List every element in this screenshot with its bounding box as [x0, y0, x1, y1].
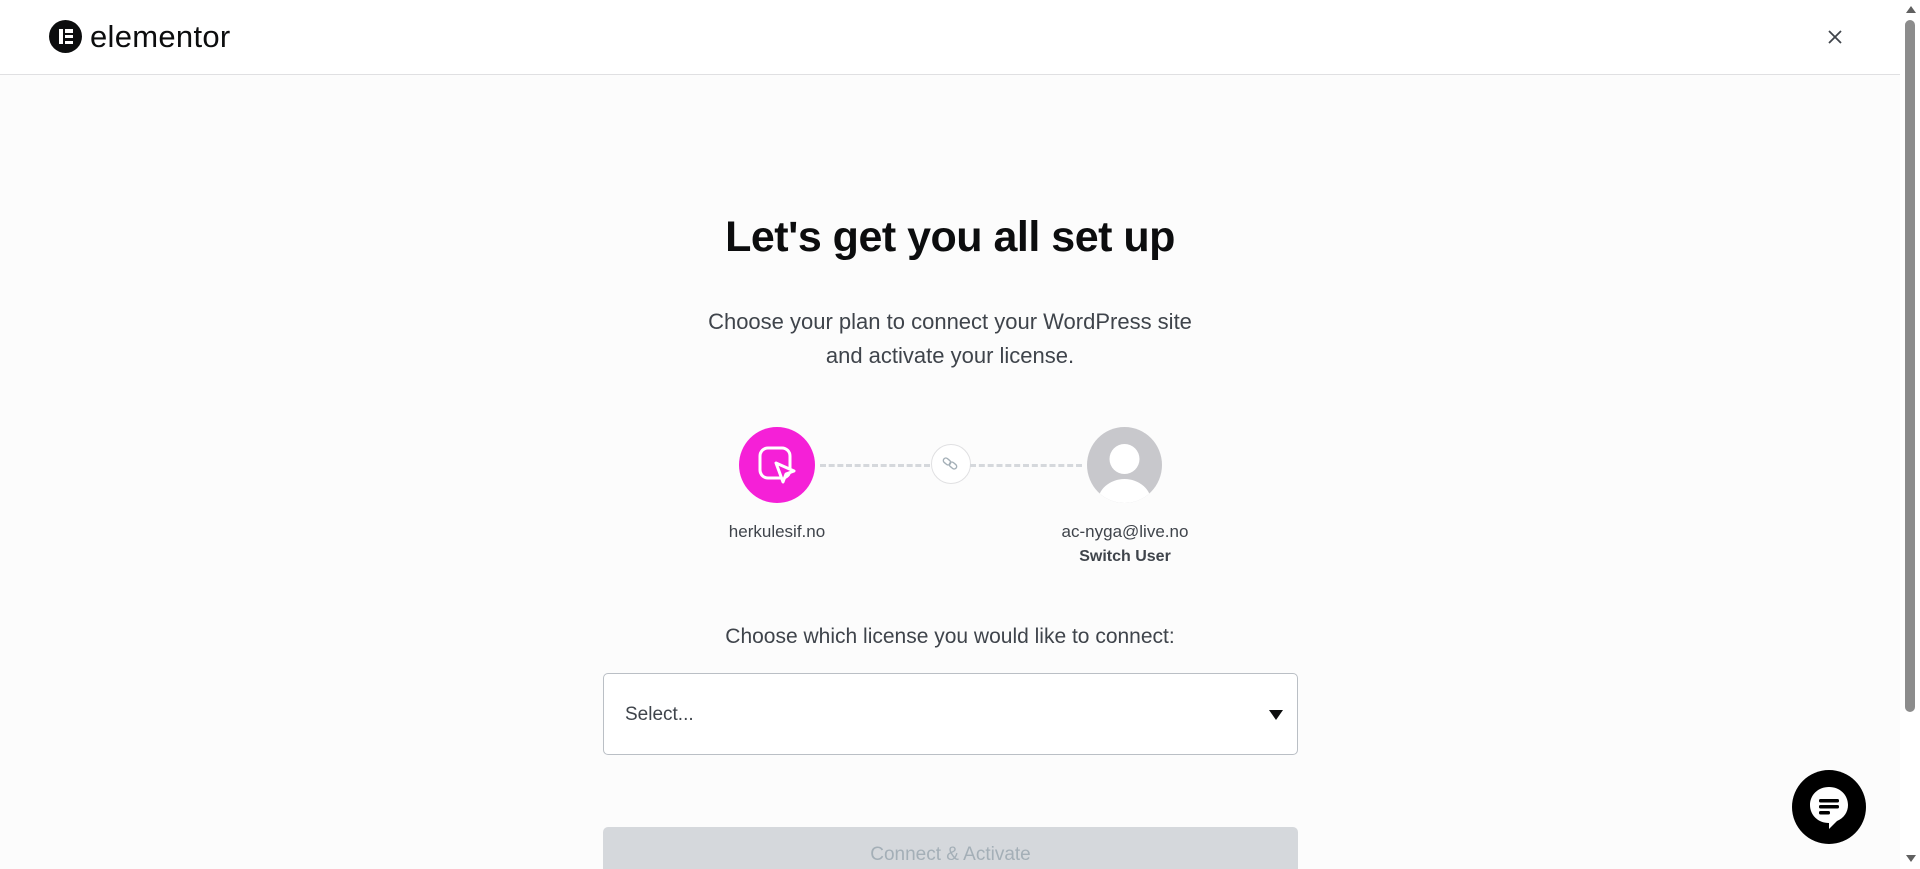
switch-user-link[interactable]: Switch User [1025, 548, 1225, 566]
subtitle-line-1: Choose your plan to connect your WordPre… [708, 309, 1192, 334]
chat-icon[interactable] [1792, 770, 1866, 844]
scroll-up-arrow-icon[interactable] [1906, 6, 1916, 13]
link-icon [931, 444, 971, 484]
page-title: Let's get you all set up [725, 213, 1175, 261]
license-select-label: Choose which license you would like to c… [725, 625, 1175, 648]
subtitle-line-2: and activate your license. [825, 343, 1075, 368]
vertical-scrollbar[interactable] [1900, 0, 1920, 869]
user-avatar-icon [1087, 427, 1162, 503]
elementor-logo: elementor [49, 20, 231, 53]
connection-line-right [970, 464, 1082, 467]
brand-name: elementor [90, 19, 231, 54]
elementor-logo-icon [49, 20, 82, 53]
caret-down-icon [1269, 710, 1283, 720]
connection-line-left [820, 464, 930, 467]
scroll-down-arrow-icon[interactable] [1906, 855, 1916, 862]
license-select-value: Select... [625, 704, 694, 725]
site-cursor-icon [739, 427, 815, 503]
scrollbar-thumb[interactable] [1905, 20, 1915, 712]
license-select[interactable]: Select... [603, 673, 1298, 755]
connect-activate-button[interactable]: Connect & Activate [603, 827, 1298, 869]
user-email-label: ac-nyga@live.no [1061, 522, 1189, 541]
close-icon[interactable] [1822, 24, 1848, 50]
page-subtitle: Choose your plan to connect your WordPre… [650, 305, 1250, 373]
top-header: elementor [0, 0, 1900, 75]
site-domain-label: herkulesif.no [728, 522, 826, 541]
